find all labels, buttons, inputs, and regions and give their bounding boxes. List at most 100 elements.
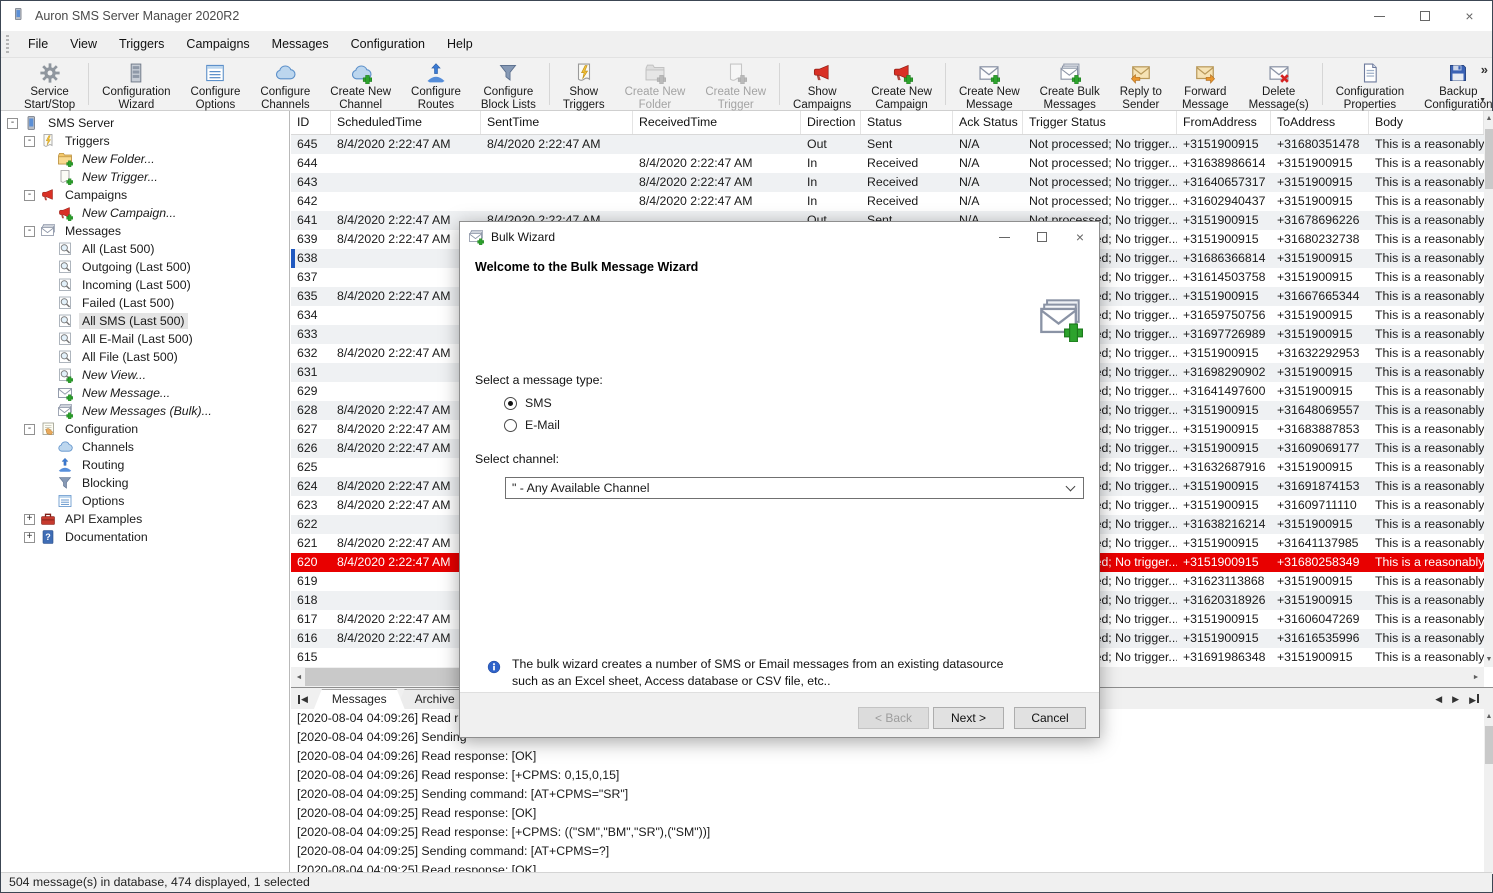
menu-triggers[interactable]: Triggers <box>108 31 175 57</box>
menu-view[interactable]: View <box>59 31 108 57</box>
tree-item-blocking[interactable]: Blocking <box>1 474 289 492</box>
radio-option-email[interactable]: E-Mail <box>504 414 560 436</box>
show-triggers-button[interactable]: ShowTriggers <box>553 58 615 110</box>
configure-options-button[interactable]: ConfigureOptions <box>181 58 251 110</box>
first-page-button[interactable]: ◀ <box>291 689 314 709</box>
dialog-close-button[interactable]: × <box>1061 222 1099 252</box>
menu-grip[interactable] <box>6 35 9 53</box>
configuration-properties-button[interactable]: ConfigurationProperties <box>1326 58 1414 110</box>
tab-nav-right: ◀ ▶ ▶ <box>1435 689 1493 709</box>
channel-select[interactable]: " - Any Available Channel <box>505 477 1084 499</box>
configure-block-lists-button[interactable]: ConfigureBlock Lists <box>471 58 546 110</box>
tree-expand-box-campaigns[interactable]: - <box>24 190 35 201</box>
log-vscroll-thumb[interactable] <box>1485 726 1493 764</box>
create-bulk-messages-button[interactable]: Create BulkMessages <box>1030 58 1110 110</box>
tree-expand-box-sms-server[interactable]: - <box>7 118 18 129</box>
column-header-status[interactable]: Status <box>861 111 953 134</box>
column-header-ack-status[interactable]: Ack Status <box>953 111 1023 134</box>
menu-campaigns[interactable]: Campaigns <box>175 31 260 57</box>
tree-item-new-message[interactable]: New Message... <box>1 384 289 402</box>
create-new-message-button[interactable]: Create NewMessage <box>949 58 1030 110</box>
show-campaigns-button[interactable]: ShowCampaigns <box>783 58 861 110</box>
tree-expand-box-configuration[interactable]: - <box>24 424 35 435</box>
log-scroll-up-icon[interactable]: ▲ <box>1484 709 1493 724</box>
column-header-receivedtime[interactable]: ReceivedTime <box>633 111 801 134</box>
tree-item-new-messages-bulk[interactable]: New Messages (Bulk)... <box>1 402 289 420</box>
toolbar-overflow-icon[interactable]: » <box>1481 62 1488 77</box>
tree-item-failed-last-500[interactable]: Failed (Last 500) <box>1 294 289 312</box>
tree-item-outgoing-last-500[interactable]: Outgoing (Last 500) <box>1 258 289 276</box>
tree-item-new-folder[interactable]: New Folder... <box>1 150 289 168</box>
menu-messages[interactable]: Messages <box>261 31 340 57</box>
log-vertical-scrollbar[interactable]: ▲ <box>1484 709 1493 874</box>
cancel-button[interactable]: Cancel <box>1014 707 1086 729</box>
column-header-id[interactable]: ID <box>291 111 331 134</box>
delete-messages-button[interactable]: DeleteMessage(s) <box>1239 58 1319 110</box>
prev-page-icon[interactable]: ◀ <box>1435 695 1442 704</box>
tree-item-new-campaign[interactable]: New Campaign... <box>1 204 289 222</box>
radio-option-sms[interactable]: SMS <box>504 392 560 414</box>
tree-item-configuration[interactable]: -Configuration <box>1 420 289 438</box>
tree-item-routing[interactable]: Routing <box>1 456 289 474</box>
dialog-minimize-button[interactable] <box>985 222 1023 252</box>
tree-item-channels[interactable]: Channels <box>1 438 289 456</box>
configure-channels-button[interactable]: ConfigureChannels <box>250 58 320 110</box>
reply-to-sender-button[interactable]: Reply toSender <box>1110 58 1172 110</box>
configure-routes-button[interactable]: ConfigureRoutes <box>401 58 471 110</box>
menu-configuration[interactable]: Configuration <box>340 31 436 57</box>
tree-item-messages[interactable]: -Messages <box>1 222 289 240</box>
menu-help[interactable]: Help <box>436 31 484 57</box>
tree-item-sms-server[interactable]: -SMS Server <box>1 114 289 132</box>
forward-message-button[interactable]: ForwardMessage <box>1172 58 1239 110</box>
configuration-wizard-button[interactable]: ConfigurationWizard <box>92 58 180 110</box>
tree-item-triggers[interactable]: -Triggers <box>1 132 289 150</box>
column-header-trigger-status[interactable]: Trigger Status <box>1023 111 1177 134</box>
table-row-645[interactable]: 6458/4/2020 2:22:47 AM8/4/2020 2:22:47 A… <box>291 135 1484 154</box>
scroll-down-icon[interactable]: ▼ <box>1484 652 1493 667</box>
toolbar-dropdown-icon[interactable]: ▼ <box>1479 97 1486 104</box>
tree-item-all-file-last-500[interactable]: All File (Last 500) <box>1 348 289 366</box>
table-row-642[interactable]: 6428/4/2020 2:22:47 AMInReceivedN/ANot p… <box>291 192 1484 211</box>
tree-item-options[interactable]: Options <box>1 492 289 510</box>
create-new-campaign-button[interactable]: Create NewCampaign <box>861 58 942 110</box>
tree-item-new-view[interactable]: New View... <box>1 366 289 384</box>
tree-expand-box-messages[interactable]: - <box>24 226 35 237</box>
column-header-fromaddress[interactable]: FromAddress <box>1177 111 1271 134</box>
cell-status: Sent <box>861 135 953 154</box>
next-button[interactable]: Next > <box>933 707 1004 729</box>
last-page-button[interactable]: ▶ <box>1469 692 1480 706</box>
menu-file[interactable]: File <box>17 31 59 57</box>
close-button[interactable]: × <box>1447 1 1492 31</box>
tree-item-new-trigger[interactable]: New Trigger... <box>1 168 289 186</box>
tree-item-documentation[interactable]: +?Documentation <box>1 528 289 546</box>
tree-expand-box-documentation[interactable]: + <box>24 532 35 543</box>
service-start-stop-button[interactable]: ServiceStart/Stop <box>14 58 85 110</box>
grid-vertical-scrollbar[interactable]: ▲ ▼ <box>1484 111 1493 667</box>
tree-item-label: Blocking <box>79 475 131 491</box>
tree-expand-box-api-examples[interactable]: + <box>24 514 35 525</box>
tree-item-all-sms-last-500[interactable]: All SMS (Last 500) <box>1 312 289 330</box>
maximize-button[interactable] <box>1402 1 1447 31</box>
scroll-up-icon[interactable]: ▲ <box>1484 111 1493 126</box>
tree-item-incoming-last-500[interactable]: Incoming (Last 500) <box>1 276 289 294</box>
dialog-title-bar[interactable]: Bulk Wizard × <box>460 222 1099 252</box>
tree-item-campaigns[interactable]: -Campaigns <box>1 186 289 204</box>
dialog-maximize-button[interactable] <box>1023 222 1061 252</box>
tree-expand-box-triggers[interactable]: - <box>24 136 35 147</box>
tree-item-api-examples[interactable]: +API Examples <box>1 510 289 528</box>
column-header-scheduledtime[interactable]: ScheduledTime <box>331 111 481 134</box>
tree-item-all-email-last-500[interactable]: All E-Mail (Last 500) <box>1 330 289 348</box>
table-row-643[interactable]: 6438/4/2020 2:22:47 AMInReceivedN/ANot p… <box>291 173 1484 192</box>
tree-item-all-last-500[interactable]: All (Last 500) <box>1 240 289 258</box>
column-header-toaddress[interactable]: ToAddress <box>1271 111 1369 134</box>
column-header-senttime[interactable]: SentTime <box>481 111 633 134</box>
next-page-icon[interactable]: ▶ <box>1452 695 1459 704</box>
grid-vscroll-thumb[interactable] <box>1485 129 1493 189</box>
scroll-right-icon[interactable]: ► <box>1468 667 1484 687</box>
column-header-body[interactable]: Body <box>1369 111 1484 134</box>
create-new-channel-button[interactable]: Create NewChannel <box>320 58 401 110</box>
table-row-644[interactable]: 6448/4/2020 2:22:47 AMInReceivedN/ANot p… <box>291 154 1484 173</box>
column-header-direction[interactable]: Direction <box>801 111 861 134</box>
minimize-button[interactable] <box>1357 1 1402 31</box>
tab-messages[interactable]: Messages <box>314 689 405 709</box>
